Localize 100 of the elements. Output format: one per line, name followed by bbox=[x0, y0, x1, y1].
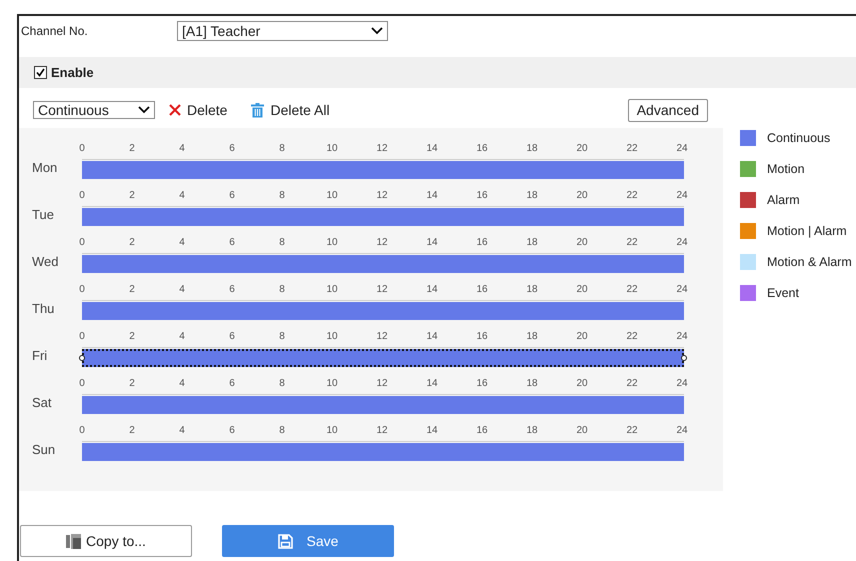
hour-label: 12 bbox=[376, 143, 388, 156]
save-button[interactable]: Save bbox=[222, 525, 394, 557]
hour-label: 16 bbox=[476, 425, 488, 438]
hour-label: 6 bbox=[228, 237, 236, 250]
hour-label: 4 bbox=[178, 284, 186, 297]
hour-label: 18 bbox=[526, 237, 538, 250]
caret-icon bbox=[371, 27, 383, 35]
hour-label: 4 bbox=[178, 331, 186, 344]
hour-label: 12 bbox=[376, 237, 388, 250]
hour-label: 16 bbox=[476, 190, 488, 203]
hour-label: 8 bbox=[278, 284, 286, 297]
hour-label: 24 bbox=[676, 237, 688, 250]
time-track[interactable] bbox=[82, 297, 684, 322]
hour-label: 6 bbox=[228, 143, 236, 156]
hour-label: 18 bbox=[526, 190, 538, 203]
hour-label: 22 bbox=[626, 237, 638, 250]
hour-label: 12 bbox=[376, 284, 388, 297]
hour-label: 2 bbox=[128, 331, 136, 344]
hour-label: 20 bbox=[576, 425, 588, 438]
hour-label: 16 bbox=[476, 237, 488, 250]
day-label: Tue bbox=[32, 207, 55, 222]
time-track[interactable] bbox=[82, 250, 684, 275]
hour-label: 20 bbox=[576, 190, 588, 203]
time-track[interactable] bbox=[82, 156, 684, 181]
legend-label: Motion & Alarm bbox=[767, 255, 852, 269]
hour-label: 14 bbox=[426, 237, 438, 250]
hour-label: 24 bbox=[676, 331, 688, 344]
time-track[interactable] bbox=[82, 438, 684, 463]
hour-label: 24 bbox=[676, 425, 688, 438]
hour-label: 20 bbox=[576, 284, 588, 297]
day-label: Sun bbox=[32, 442, 56, 457]
hour-label: 16 bbox=[476, 284, 488, 297]
hour-label: 12 bbox=[376, 425, 388, 438]
hour-label: 12 bbox=[376, 190, 388, 203]
hour-label: 14 bbox=[426, 425, 438, 438]
hour-label: 6 bbox=[228, 190, 236, 203]
hour-label: 4 bbox=[178, 143, 186, 156]
hour-label: 22 bbox=[626, 190, 638, 203]
hour-label: 4 bbox=[178, 190, 186, 203]
day-label: Thu bbox=[32, 301, 56, 316]
hour-label: 16 bbox=[476, 331, 488, 344]
hour-label: 8 bbox=[278, 425, 286, 438]
channel-label: Channel No. bbox=[21, 24, 89, 38]
hour-label: 0 bbox=[78, 425, 86, 438]
close-icon bbox=[169, 104, 181, 116]
hour-label: 14 bbox=[426, 378, 438, 391]
legend-label: Motion bbox=[767, 162, 805, 176]
hour-label: 2 bbox=[128, 237, 136, 250]
hour-label: 6 bbox=[228, 284, 236, 297]
legend-label: Continuous bbox=[767, 131, 830, 145]
delete-button[interactable]: Delete bbox=[167, 102, 230, 118]
caret-icon bbox=[138, 106, 150, 114]
hour-label: 10 bbox=[326, 284, 338, 297]
delete-all-button[interactable]: Delete All bbox=[249, 102, 332, 118]
hour-label: 14 bbox=[426, 143, 438, 156]
hour-label: 10 bbox=[326, 237, 338, 250]
hour-label: 16 bbox=[476, 378, 488, 391]
save-icon bbox=[278, 534, 293, 548]
type-select[interactable]: Continuous bbox=[33, 101, 155, 119]
hour-label: 0 bbox=[78, 331, 86, 344]
time-track[interactable] bbox=[82, 391, 684, 416]
time-track[interactable] bbox=[82, 344, 684, 369]
hour-label: 0 bbox=[78, 237, 86, 250]
hour-label: 8 bbox=[278, 190, 286, 203]
hour-label: 16 bbox=[476, 143, 488, 156]
hour-label: 22 bbox=[626, 143, 638, 156]
hour-label: 20 bbox=[576, 378, 588, 391]
hour-label: 6 bbox=[228, 425, 236, 438]
hour-label: 10 bbox=[326, 331, 338, 344]
hour-label: 0 bbox=[78, 284, 86, 297]
hour-label: 18 bbox=[526, 378, 538, 391]
hour-label: 4 bbox=[178, 425, 186, 438]
hour-label: 4 bbox=[178, 378, 186, 391]
hour-label: 22 bbox=[626, 378, 638, 391]
legend-label: Alarm bbox=[767, 193, 800, 207]
schedule-bar[interactable] bbox=[82, 349, 684, 367]
time-track[interactable] bbox=[82, 203, 684, 228]
hour-label: 14 bbox=[426, 331, 438, 344]
hour-label: 18 bbox=[526, 331, 538, 344]
hour-label: 20 bbox=[576, 331, 588, 344]
hour-label: 2 bbox=[128, 378, 136, 391]
hour-label: 24 bbox=[676, 378, 688, 391]
hour-label: 8 bbox=[278, 237, 286, 250]
hour-label: 10 bbox=[326, 143, 338, 156]
day-label: Wed bbox=[32, 254, 60, 269]
hour-label: 8 bbox=[278, 378, 286, 391]
copy-button[interactable]: Copy to... bbox=[20, 525, 192, 557]
hour-label: 10 bbox=[326, 190, 338, 203]
enable-checkbox[interactable]: Enable bbox=[34, 65, 94, 80]
hour-label: 0 bbox=[78, 190, 86, 203]
hour-label: 20 bbox=[576, 143, 588, 156]
checkmark-icon bbox=[35, 67, 46, 78]
hour-label: 24 bbox=[676, 284, 688, 297]
channel-select[interactable]: [A1] Teacher bbox=[177, 21, 388, 41]
hour-label: 18 bbox=[526, 284, 538, 297]
day-label: Sat bbox=[32, 395, 53, 410]
day-label: Mon bbox=[32, 160, 58, 175]
day-label: Fri bbox=[32, 348, 48, 363]
advanced-button[interactable]: Advanced bbox=[628, 98, 708, 122]
hour-label: 0 bbox=[78, 378, 86, 391]
